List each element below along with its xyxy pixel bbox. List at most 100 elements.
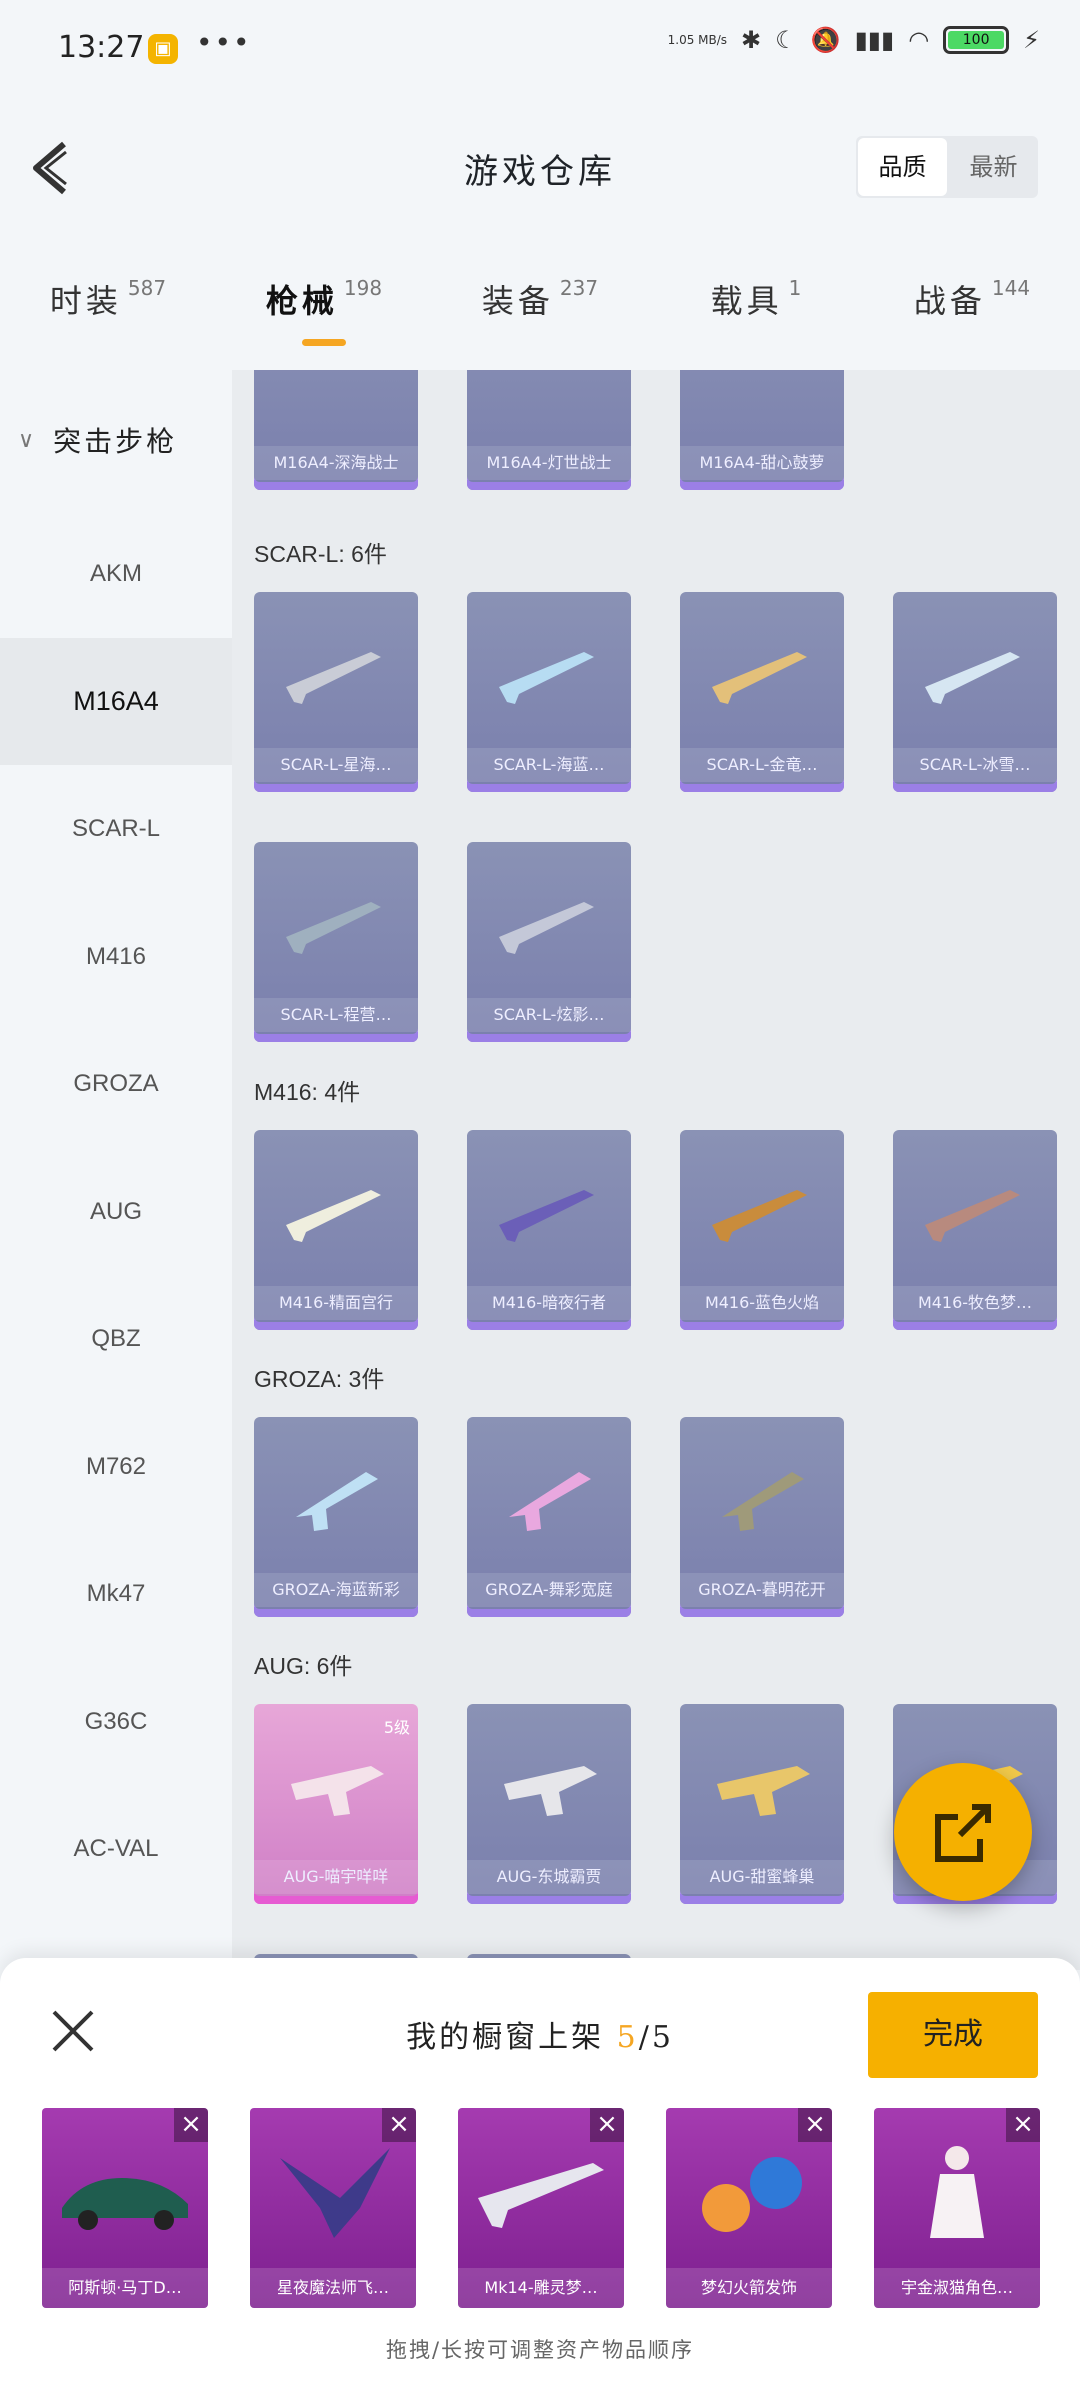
wifi-icon: ◠ bbox=[908, 26, 930, 54]
tab-fashion[interactable]: 时装 587 bbox=[0, 230, 216, 370]
weapon-card[interactable]: 5级 AUG-喵宇咩咩 bbox=[254, 1704, 418, 1904]
section-label-aug: AUG: 6件 bbox=[254, 1653, 353, 1679]
status-time: 13:27 bbox=[58, 30, 145, 65]
moon-icon: ☾ bbox=[775, 26, 797, 54]
done-button[interactable]: 完成 bbox=[868, 1992, 1038, 2078]
weapon-card[interactable]: SCAR-L-金竜… bbox=[680, 592, 844, 792]
bluetooth-icon: ✱ bbox=[741, 26, 762, 54]
battery-icon: 100 bbox=[943, 26, 1010, 54]
remove-icon[interactable]: × bbox=[590, 2108, 624, 2142]
mute-icon: 🔕 bbox=[810, 26, 841, 54]
sidebar-item-aug[interactable]: AUG bbox=[0, 1148, 232, 1276]
tab-equipment[interactable]: 装备 237 bbox=[432, 230, 648, 370]
sidebar-item-g36c[interactable]: G36C bbox=[0, 1658, 232, 1786]
status-bar: 13:27 ▣ ••• 1.05 MB/s ✱ ☾ 🔕 ▮▮▮ ◠ 100 ⚡ bbox=[0, 0, 1080, 100]
sidebar-item-akm[interactable]: AKM bbox=[0, 510, 232, 638]
section-label-groza: GROZA: 3件 bbox=[254, 1366, 385, 1392]
remove-icon[interactable]: × bbox=[382, 2108, 416, 2142]
tab-vehicles[interactable]: 载具 1 bbox=[648, 230, 864, 370]
weapon-card[interactable]: SCAR-L-炫影… bbox=[467, 842, 631, 1042]
showcase-slot[interactable]: × Mk14-雕灵梦… bbox=[458, 2108, 624, 2308]
weapon-grid: M16A4-深海战士 M16A4-灯世战士 M16A4-甜心鼓萝 SCAR-L:… bbox=[232, 370, 1080, 1970]
section-label-scar-l: SCAR-L: 6件 bbox=[254, 541, 387, 567]
wings-icon bbox=[280, 2148, 390, 2238]
tab-supplies[interactable]: 战备 144 bbox=[864, 230, 1080, 370]
weapon-card[interactable]: GROZA-暮明花开 bbox=[680, 1417, 844, 1617]
rifle-icon bbox=[712, 652, 807, 704]
share-button[interactable] bbox=[894, 1763, 1032, 1901]
category-header[interactable]: ∨ 突击步枪 bbox=[0, 370, 232, 510]
sidebar-item-m16a4[interactable]: M16A4 bbox=[0, 637, 232, 765]
rifle-icon bbox=[925, 1190, 1020, 1242]
reorder-hint: 拖拽/长按可调整资产物品顺序 bbox=[385, 2338, 695, 2362]
sort-quality-button[interactable]: 品质 bbox=[858, 138, 947, 196]
rifle-icon bbox=[499, 652, 594, 704]
car-icon bbox=[62, 2178, 188, 2230]
sidebar-item-qbz[interactable]: QBZ bbox=[0, 1275, 232, 1403]
rifle-icon bbox=[504, 1766, 597, 1816]
weapon-card[interactable]: M16A4-灯世战士 bbox=[467, 370, 631, 490]
weapon-card[interactable]: SCAR-L-冰雪… bbox=[893, 592, 1057, 792]
weapon-card[interactable]: M16A4-深海战士 bbox=[254, 370, 418, 490]
weapon-card[interactable]: M416-精面宫行 bbox=[254, 1130, 418, 1330]
remove-icon[interactable]: × bbox=[174, 2108, 208, 2142]
rifle-icon bbox=[925, 652, 1020, 704]
character-icon bbox=[930, 2146, 984, 2238]
rifle-icon bbox=[286, 1190, 381, 1242]
status-icons: 1.05 MB/s ✱ ☾ 🔕 ▮▮▮ ◠ 100 ⚡ bbox=[668, 26, 1040, 54]
hair-accessory-icon bbox=[702, 2157, 802, 2232]
weapon-card[interactable]: GROZA-舞彩宽庭 bbox=[467, 1417, 631, 1617]
showcase-slot[interactable]: × 梦幻火箭发饰 bbox=[666, 2108, 832, 2308]
weapon-card[interactable]: SCAR-L-海蓝… bbox=[467, 592, 631, 792]
rifle-icon bbox=[478, 2163, 604, 2228]
weapon-card[interactable]: M416-牧色梦… bbox=[893, 1130, 1057, 1330]
rifle-icon bbox=[286, 652, 381, 704]
sidebar-item-ac-val[interactable]: AC-VAL bbox=[0, 1785, 232, 1913]
sort-toggle: 品质 最新 bbox=[856, 136, 1038, 198]
weapon-card[interactable]: AUG-甜蜜蜂巢 bbox=[680, 1704, 844, 1904]
sidebar-item-m762[interactable]: M762 bbox=[0, 1403, 232, 1531]
weapon-card[interactable]: AUG-东城霸贾 bbox=[467, 1704, 631, 1904]
rifle-icon bbox=[499, 902, 594, 954]
rifle-icon bbox=[717, 1766, 810, 1816]
showcase-slot[interactable]: × 阿斯顿·马丁D… bbox=[42, 2108, 208, 2308]
sort-latest-button[interactable]: 最新 bbox=[949, 136, 1038, 198]
weapon-card[interactable]: M416-暗夜行者 bbox=[467, 1130, 631, 1330]
remove-icon[interactable]: × bbox=[798, 2108, 832, 2142]
network-speed: 1.05 MB/s bbox=[667, 33, 728, 47]
showcase-slot[interactable]: × 星夜魔法师飞… bbox=[250, 2108, 416, 2308]
rifle-icon bbox=[509, 1472, 591, 1531]
rifle-icon bbox=[712, 1190, 807, 1242]
rifle-icon bbox=[296, 1472, 378, 1531]
remove-icon[interactable]: × bbox=[1006, 2108, 1040, 2142]
share-icon bbox=[935, 1804, 991, 1862]
weapon-card[interactable]: M16A4-甜心鼓萝 bbox=[680, 370, 844, 490]
sidebar-item-m416[interactable]: M416 bbox=[0, 893, 232, 1021]
section-label-m416: M416: 4件 bbox=[254, 1079, 361, 1105]
rifle-icon bbox=[722, 1472, 804, 1531]
rifle-icon bbox=[291, 1766, 384, 1816]
level-badge: 5级 bbox=[383, 1718, 410, 1737]
weapon-card[interactable]: SCAR-L-星海… bbox=[254, 592, 418, 792]
tab-guns[interactable]: 枪械 198 bbox=[216, 230, 432, 370]
sidebar-item-mk47[interactable]: Mk47 bbox=[0, 1530, 232, 1658]
weapon-card[interactable]: GROZA-海蓝新彩 bbox=[254, 1417, 418, 1617]
signal-icon: ▮▮▮ bbox=[854, 26, 895, 54]
weapon-card[interactable]: M416-蓝色火焰 bbox=[680, 1130, 844, 1330]
category-tabs: 时装 587 枪械 198 装备 237 载具 1 战备 144 bbox=[0, 230, 1080, 370]
showcase-sheet: 我的橱窗上架 5/5 完成 × 阿斯顿·马丁D… × 星夜魔法师飞… × Mk1… bbox=[0, 1958, 1080, 2401]
more-notifications-icon: ••• bbox=[196, 26, 252, 59]
charging-icon: ⚡ bbox=[1023, 26, 1040, 54]
chevron-down-icon: ∨ bbox=[18, 427, 38, 453]
showcase-slot[interactable]: × 宇金淑猫角色… bbox=[874, 2108, 1040, 2308]
weapon-card[interactable]: SCAR-L-程营… bbox=[254, 842, 418, 1042]
rifle-icon bbox=[286, 902, 381, 954]
app-header: 游戏仓库 品质 最新 bbox=[0, 100, 1080, 230]
sidebar-item-scar-l[interactable]: SCAR-L bbox=[0, 765, 232, 893]
sidebar-item-groza[interactable]: GROZA bbox=[0, 1020, 232, 1148]
weapon-sidebar: ∨ 突击步枪 AKM M16A4 SCAR-L M416 GROZA AUG QB… bbox=[0, 370, 232, 1970]
app-notification-icon: ▣ bbox=[148, 34, 178, 64]
showcase-count: 5 bbox=[616, 2020, 639, 2055]
active-tab-indicator bbox=[302, 339, 346, 346]
rifle-icon bbox=[499, 1190, 594, 1242]
